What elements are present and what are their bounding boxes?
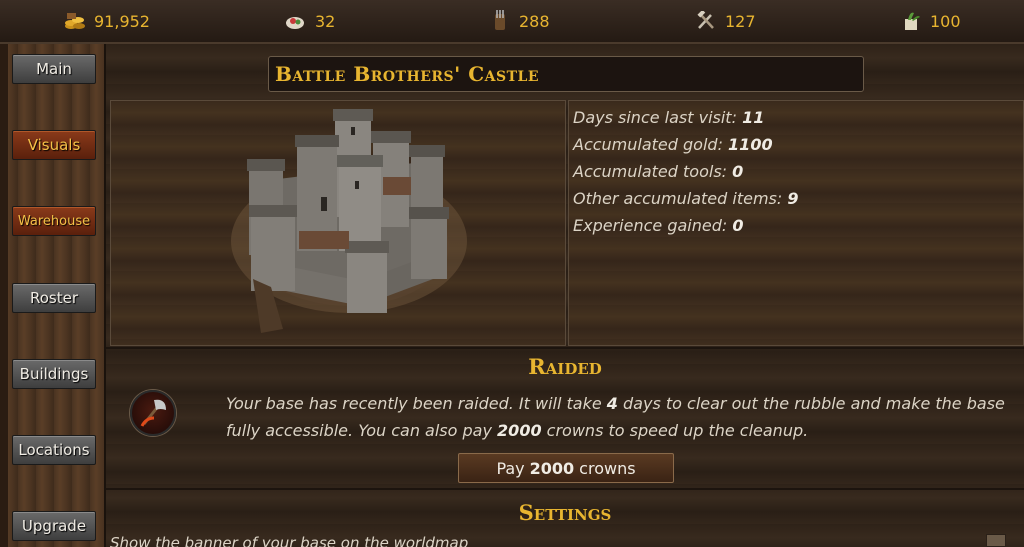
base-stats-panel: Days since last visit: 11 Accumulated go… [568,100,1024,346]
main-panel: Battle Brothers' Castle Days since last … [106,44,1024,547]
sidebar-item-buildings[interactable]: Buildings [12,359,96,389]
raided-heading: Raided [528,354,602,379]
setting-row-banner: Show the banner of your base on the worl… [110,534,469,547]
axe-raid-icon [130,390,176,436]
tools-hammer-icon [695,10,717,32]
sidebar-item-warehouse[interactable]: Warehouse [12,206,96,236]
castle-image-panel [110,100,566,346]
stat-accumulated-gold: Accumulated gold: 1100 [573,135,773,154]
resource-bar: 91,952 32 288 127 100 [0,0,1024,44]
sidebar-item-main[interactable]: Main [12,54,96,84]
sidebar: Main Visuals Warehouse Roster Buildings … [0,44,106,547]
gold-coins-icon [64,10,86,32]
settings-heading: Settings [518,500,612,525]
stat-experience: Experience gained: 0 [573,216,744,235]
gold-resource: 91,952 [64,10,150,32]
food-resource: 32 [285,10,335,32]
banner-checkbox[interactable] [986,534,1006,547]
stat-days-since-visit: Days since last visit: 11 [573,108,765,127]
tools-resource: 127 [695,10,756,32]
divider [106,347,1024,349]
ammo-resource: 288 [489,10,550,32]
base-title: Battle Brothers' Castle [268,56,864,92]
raided-message: Your base has recently been raided. It w… [226,394,1005,440]
castle-illustration [231,109,467,333]
arrows-ammo-icon [489,10,511,32]
sidebar-item-roster[interactable]: Roster [12,283,96,313]
divider [106,488,1024,490]
sidebar-item-upgrade[interactable]: Upgrade [12,511,96,541]
pay-crowns-button[interactable]: Pay 2000 crowns [458,453,674,483]
medicine-resource: 100 [900,10,961,32]
medicine-herbs-icon [900,10,922,32]
sidebar-item-visuals[interactable]: Visuals [12,130,96,160]
sidebar-item-locations[interactable]: Locations [12,435,96,465]
food-provisions-icon [285,10,307,32]
stat-other-items: Other accumulated items: 9 [573,189,799,208]
stat-accumulated-tools: Accumulated tools: 0 [573,162,744,181]
